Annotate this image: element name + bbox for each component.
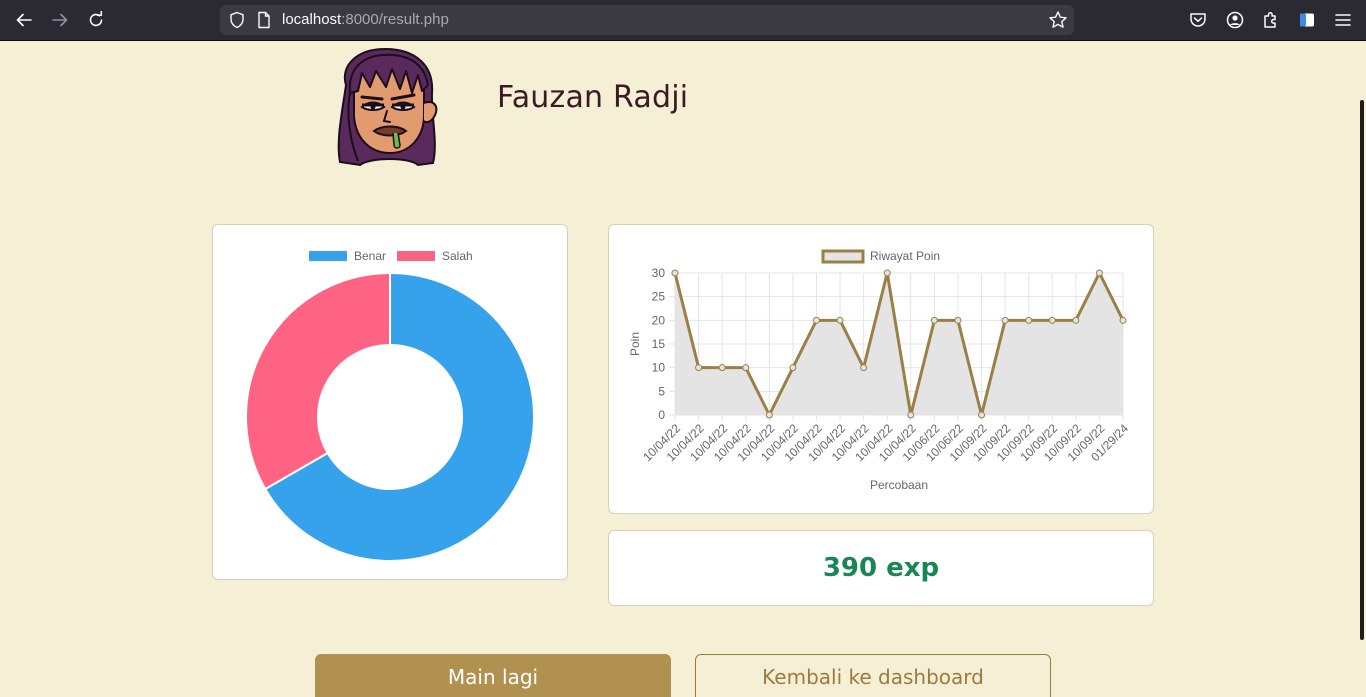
reload-icon[interactable] bbox=[84, 8, 108, 32]
data-point bbox=[836, 316, 844, 324]
legend-swatch-riwayat-poin bbox=[821, 249, 865, 264]
donut-slice-salah bbox=[245, 271, 391, 491]
address-bar[interactable]: localhost:8000/result.php bbox=[220, 5, 1074, 35]
point-history-card: Riwayat Poin 0 5 10 15 20 25 30 10/04/22 10/04/22… bbox=[608, 224, 1154, 514]
sidebar-icon[interactable] bbox=[1297, 10, 1317, 30]
data-point bbox=[883, 269, 891, 277]
data-point bbox=[812, 316, 820, 324]
y-tick-label: 30 bbox=[652, 266, 666, 280]
data-point bbox=[742, 364, 750, 372]
answer-donut-chart: Benar Salah bbox=[245, 249, 535, 562]
data-point bbox=[1072, 316, 1080, 324]
bookmark-star-icon[interactable] bbox=[1048, 10, 1068, 30]
pocket-icon[interactable] bbox=[1188, 10, 1208, 30]
y-tick-label: 20 bbox=[652, 313, 666, 327]
point-history-chart: Riwayat Poin05101520253010/04/2210/04/22… bbox=[628, 249, 1131, 492]
legend-swatch-benar bbox=[309, 251, 347, 261]
data-point bbox=[1119, 316, 1127, 324]
data-point bbox=[930, 316, 938, 324]
y-tick-label: 5 bbox=[658, 384, 665, 398]
y-axis-title: Poin bbox=[628, 332, 642, 356]
data-point bbox=[1048, 316, 1056, 324]
user-avatar bbox=[337, 47, 438, 167]
y-tick-label: 10 bbox=[652, 361, 666, 375]
y-tick-label: 0 bbox=[658, 408, 665, 422]
legend-label-salah: Salah bbox=[442, 249, 473, 263]
data-point bbox=[1001, 316, 1009, 324]
browser-toolbar: localhost:8000/result.php bbox=[0, 0, 1366, 41]
forward-arrow-icon[interactable] bbox=[48, 8, 72, 32]
y-tick-label: 15 bbox=[652, 337, 666, 351]
data-point bbox=[1025, 316, 1033, 324]
legend-label-riwayat-poin: Riwayat Poin bbox=[870, 249, 940, 263]
exp-value: 390 exp bbox=[822, 553, 940, 583]
data-point bbox=[789, 364, 797, 372]
page-scrollbar[interactable] bbox=[1360, 100, 1364, 640]
extensions-icon[interactable] bbox=[1261, 10, 1281, 30]
x-axis-title: Percobaan bbox=[870, 478, 928, 492]
data-point bbox=[765, 411, 773, 419]
data-point bbox=[907, 411, 915, 419]
y-tick-label: 25 bbox=[652, 290, 666, 304]
answer-donut-card: Benar Salah bbox=[212, 224, 568, 580]
user-name: Fauzan Radji bbox=[497, 80, 689, 115]
data-point bbox=[695, 364, 703, 372]
data-point bbox=[718, 364, 726, 372]
account-icon[interactable] bbox=[1225, 10, 1245, 30]
shield-icon[interactable] bbox=[228, 11, 246, 29]
legend-label-benar: Benar bbox=[354, 249, 386, 263]
menu-icon[interactable] bbox=[1333, 10, 1353, 30]
exp-card: 390 exp bbox=[608, 530, 1154, 606]
data-point bbox=[978, 411, 986, 419]
page-icon[interactable] bbox=[256, 11, 272, 29]
url-text[interactable]: localhost:8000/result.php bbox=[282, 11, 449, 28]
back-arrow-icon[interactable] bbox=[12, 8, 36, 32]
data-point bbox=[954, 316, 962, 324]
data-point bbox=[1095, 269, 1103, 277]
data-point bbox=[860, 364, 868, 372]
data-point bbox=[671, 269, 679, 277]
play-again-button[interactable]: Main lagi bbox=[315, 654, 671, 697]
back-to-dashboard-button[interactable]: Kembali ke dashboard bbox=[695, 654, 1051, 697]
legend-swatch-salah bbox=[397, 251, 435, 261]
